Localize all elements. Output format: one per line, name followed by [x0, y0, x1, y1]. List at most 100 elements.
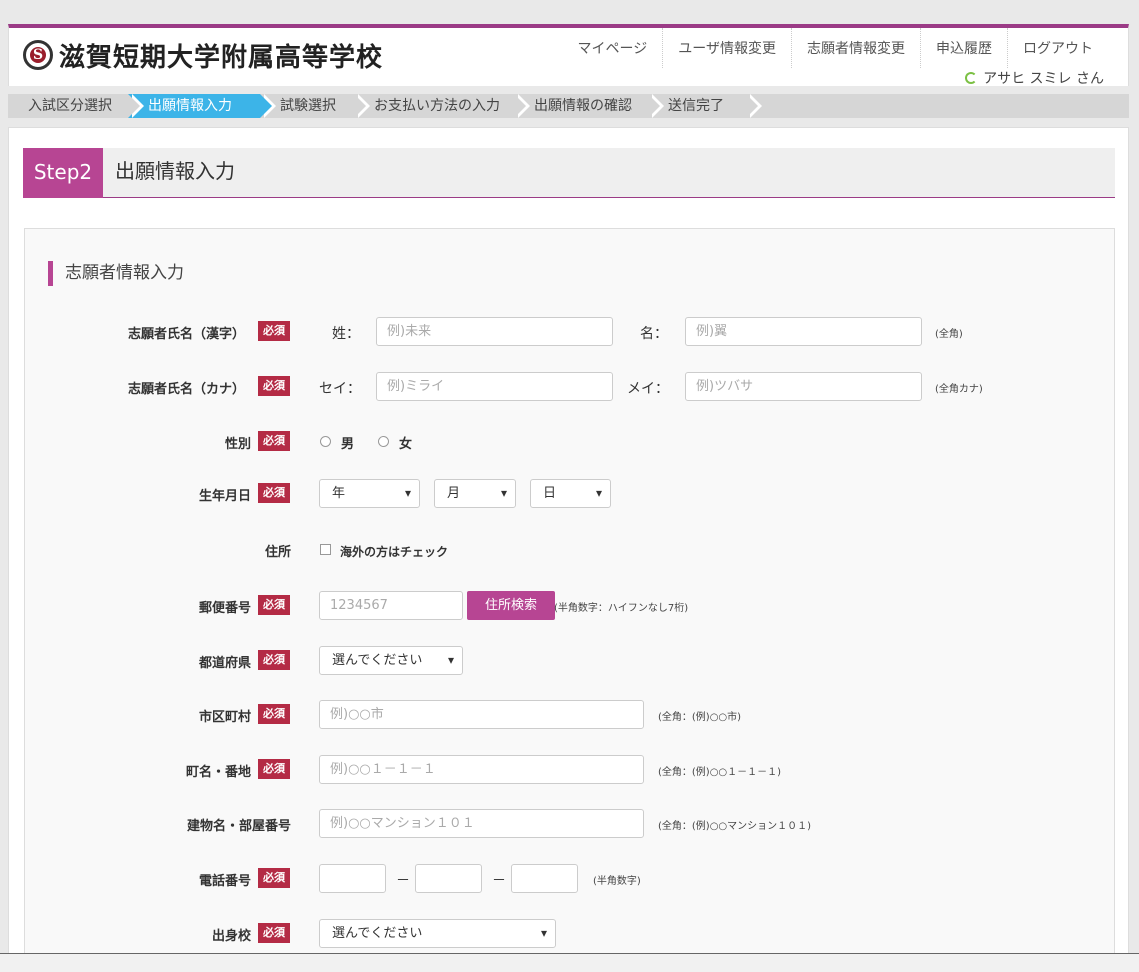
birth-year-select[interactable]: 年	[319, 479, 420, 508]
gender-female-label[interactable]: 女	[399, 433, 412, 452]
field-label: 郵便番号	[198, 601, 251, 616]
required-badge: 必須	[258, 759, 290, 779]
field-note: (全角)	[935, 329, 963, 340]
first-name-kanji-input[interactable]	[685, 317, 922, 346]
school-name: 滋賀短期大学附属高等学校	[59, 42, 384, 73]
phone-area-input[interactable]	[319, 864, 386, 893]
field-label: 志願者氏名（漢字）	[127, 327, 245, 342]
phone-last-input[interactable]	[511, 864, 578, 893]
gender-male-label[interactable]: 男	[341, 433, 354, 452]
progress-step-2: 出願情報入力	[128, 94, 276, 118]
mei-kana-label: メイ：	[627, 381, 669, 397]
field-label: 市区町村	[198, 710, 251, 725]
window-bottom-bar	[0, 953, 1139, 972]
required-badge: 必須	[258, 704, 290, 724]
address-search-button[interactable]: 住所検索	[467, 591, 556, 620]
row-school: 出身校 必須 選んでください	[25, 919, 1114, 951]
nav-applicant-info-change[interactable]: 志願者情報変更	[791, 28, 920, 68]
gender-female-radio[interactable]	[378, 436, 389, 447]
building-input[interactable]	[319, 809, 644, 838]
field-label: 生年月日	[198, 489, 251, 504]
overseas-checkbox[interactable]	[320, 544, 331, 555]
field-label: 建物名・部屋番号	[186, 819, 291, 834]
row-postal: 郵便番号 必須 住所検索 (半角数字：ハイフンなし7桁)	[25, 591, 1114, 623]
phone-separator: －	[492, 873, 506, 889]
row-gender: 性別 必須 男 女	[25, 427, 1114, 459]
sei-kana-label: セイ：	[319, 381, 361, 397]
field-note: (半角数字：ハイフンなし7桁)	[554, 603, 689, 614]
progress-step-label: 送信完了	[668, 98, 724, 114]
row-birthdate: 生年月日 必須 年 月 日	[25, 479, 1114, 511]
required-badge: 必須	[258, 868, 290, 888]
progress-step-label: お支払い方法の入力	[374, 98, 500, 114]
field-note: (全角カナ)	[935, 384, 983, 395]
page-title: 出願情報入力	[115, 159, 235, 183]
phone-separator: －	[396, 873, 410, 889]
required-badge: 必須	[258, 483, 290, 503]
field-label: 志願者氏名（カナ）	[127, 382, 245, 397]
progress-step-4: お支払い方法の入力	[354, 94, 530, 118]
user-name: アサヒ スミレ さん	[983, 71, 1104, 87]
progress-step-label: 試験選択	[280, 98, 336, 114]
applicant-form: 志願者情報入力 志願者氏名（漢字） 必須 姓： 名： (全角) 志願者氏名（カナ…	[24, 228, 1115, 972]
section-title: 志願者情報入力	[48, 261, 184, 286]
sei-label: 姓：	[332, 326, 360, 342]
progress-step-5: 出願情報の確認	[514, 94, 664, 118]
field-note: (全角：(例)○○市)	[658, 712, 742, 723]
overseas-label[interactable]: 海外の方はチェック	[340, 543, 448, 560]
previous-school-select[interactable]: 選んでください	[319, 919, 556, 948]
field-note: (全角：(例)○○１－１－１)	[658, 767, 782, 778]
progress-step-label: 入試区分選択	[28, 98, 112, 114]
required-badge: 必須	[258, 923, 290, 943]
row-address: 住所 海外の方はチェック	[25, 535, 1114, 567]
row-phone: 電話番号 必須 － － (半角数字)	[25, 864, 1114, 896]
birth-day-select[interactable]: 日	[530, 479, 611, 508]
step-header: Step2 出願情報入力	[23, 148, 1115, 198]
row-name-kana: 志願者氏名（カナ） 必須 セイ： メイ： (全角カナ)	[25, 372, 1114, 404]
school-logo[interactable]: S 滋賀短期大学附属高等学校	[23, 38, 384, 73]
field-note: (半角数字)	[593, 876, 641, 887]
progress-step-1: 入試区分選択	[8, 94, 144, 118]
field-label: 電話番号	[198, 874, 251, 889]
last-name-kanji-input[interactable]	[376, 317, 613, 346]
city-input[interactable]	[319, 700, 644, 729]
progress-step-label: 出願情報の確認	[534, 98, 632, 114]
required-badge: 必須	[258, 321, 290, 341]
last-name-kana-input[interactable]	[376, 372, 613, 401]
field-label: 性別	[224, 437, 251, 452]
row-building: 建物名・部屋番号 (全角：(例)○○マンション１０１)	[25, 809, 1114, 841]
phone-middle-input[interactable]	[415, 864, 482, 893]
required-badge: 必須	[258, 431, 290, 451]
main-card: Step2 出願情報入力 志願者情報入力 志願者氏名（漢字） 必須 姓： 名： …	[8, 127, 1129, 972]
field-label: 都道府県	[198, 656, 251, 671]
top-navigation: マイページ ユーザ情報変更 志願者情報変更 申込履歴 ログアウト	[563, 28, 1108, 68]
field-label: 住所	[264, 545, 291, 560]
birth-month-select[interactable]: 月	[434, 479, 516, 508]
user-status-icon	[965, 72, 978, 84]
nav-user-info-change[interactable]: ユーザ情報変更	[662, 28, 791, 68]
row-city: 市区町村 必須 (全角：(例)○○市)	[25, 700, 1114, 732]
school-emblem-icon: S	[23, 40, 53, 70]
field-label: 町名・番地	[185, 765, 251, 780]
postal-code-input[interactable]	[319, 591, 463, 620]
required-badge: 必須	[258, 595, 290, 615]
step-badge: Step2	[23, 148, 103, 198]
required-badge: 必須	[258, 650, 290, 670]
field-note: (全角：(例)○○マンション１０１)	[658, 821, 812, 832]
mei-label: 名：	[640, 326, 668, 342]
prefecture-select[interactable]: 選んでください	[319, 646, 463, 675]
gender-male-radio[interactable]	[320, 436, 331, 447]
field-label: 出身校	[211, 929, 251, 944]
nav-mypage[interactable]: マイページ	[563, 28, 663, 68]
row-town: 町名・番地 必須 (全角：(例)○○１－１－１)	[25, 755, 1114, 787]
progress-step-label: 出願情報入力	[148, 98, 232, 114]
row-name-kanji: 志願者氏名（漢字） 必須 姓： 名： (全角)	[25, 317, 1114, 349]
required-badge: 必須	[258, 376, 290, 396]
nav-logout[interactable]: ログアウト	[1007, 28, 1108, 68]
town-address-input[interactable]	[319, 755, 644, 784]
first-name-kana-input[interactable]	[685, 372, 922, 401]
progress-steps: 入試区分選択 出願情報入力 試験選択 お支払い方法の入力 出願情報の確認 送信完…	[8, 94, 1129, 118]
nav-application-history[interactable]: 申込履歴	[920, 28, 1007, 68]
current-user: アサヒ スミレ さん	[965, 68, 1104, 88]
row-prefecture: 都道府県 必須 選んでください	[25, 646, 1114, 678]
